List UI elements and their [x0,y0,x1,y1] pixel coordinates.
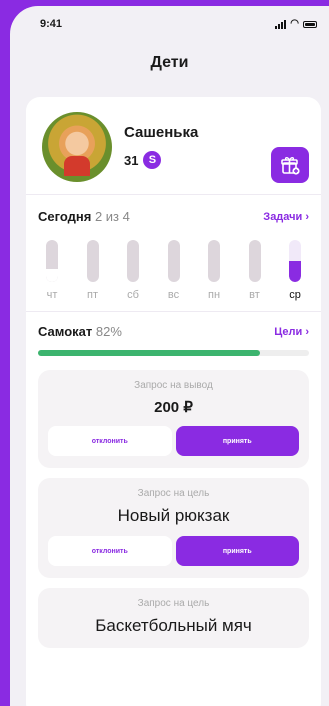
day-label: сб [127,289,139,301]
page-title: Дети [150,54,189,71]
coin-balance: 31 S [124,151,198,169]
day-bar [208,240,220,282]
request-value: Баскетбольный мяч [95,616,252,635]
requests-list: Запрос на вывод 200 ₽ отклонить принять Запр… [26,370,321,648]
request-value: 200 ₽ [154,399,193,416]
status-time: 9:41 [40,18,63,30]
request-card: Запрос на вывод 200 ₽ отклонить принять [38,370,309,468]
day-bar [46,240,58,282]
phone-screen: 9:41 ◠ Дети Сашенька 31 S Сегодня 2 из 4… [10,6,329,706]
day-bar [86,240,99,282]
goal-section: Самокат 82% Цели › [26,312,321,370]
day-label: пт [87,289,98,301]
day-6: ср [281,240,309,301]
today-tasks-section: Сегодня 2 из 4 Задачи › чт пт сб вс пн вт ср [26,195,321,312]
request-value: Новый рюкзак [117,506,230,525]
day-label: пн [207,289,221,301]
accept-button[interactable]: принять [175,426,299,456]
day-label: вт [249,289,260,301]
request-actions: отклонить принять [48,426,299,456]
status-icons: ◠ [275,19,317,29]
day-label: вс [167,289,180,301]
day-bar [127,240,139,282]
gift-button[interactable] [271,147,309,183]
status-bar: 9:41 ◠ [10,6,329,42]
request-label: Запрос на цель [137,598,210,609]
goal-title: Самокат 82% [38,324,122,339]
day-bar-fill [289,261,301,282]
day-label: чт [46,289,58,301]
day-2: сб [119,240,147,301]
today-title: Сегодня 2 из 4 [38,209,130,224]
day-label: ср [289,289,301,301]
day-5: вт [241,240,269,301]
coin-count: 31 [124,152,139,168]
day-bar [289,240,301,282]
child-profile: Сашенька 31 S [26,97,321,195]
today-count: 2 из 4 [94,209,130,224]
request-card: Запрос на цель Баскетбольный мяч [38,588,309,648]
request-label: Запрос на вывод [134,380,213,391]
signal-icon [275,19,287,29]
day-bar-fill [46,269,58,282]
coin-icon: S [143,151,162,169]
tasks-link[interactable]: Задачи › [263,211,309,223]
child-name: Сашенька [124,124,199,141]
decline-button[interactable]: отклонить [48,536,172,566]
day-4: пн [200,240,228,301]
request-actions: отклонить принять [48,536,299,566]
day-3: вс [160,240,188,301]
goal-percent: 82% [95,324,122,339]
request-card: Запрос на цель Новый рюкзак отклонить приня… [38,478,309,578]
goal-progress-bar [38,350,309,356]
battery-icon [303,20,317,28]
day-1: пт [79,240,107,301]
week-progress: чт пт сб вс пн вт ср [38,224,309,311]
day-bar [167,240,180,282]
avatar[interactable] [42,111,112,182]
gift-icon [281,157,300,175]
request-label: Запрос на цель [137,488,210,499]
goal-progress-fill [38,350,261,356]
day-bar [248,240,261,282]
child-card: Сашенька 31 S Сегодня 2 из 4 Задачи › чт… [26,97,321,706]
goals-link[interactable]: Цели › [274,326,309,338]
decline-button[interactable]: отклонить [48,426,172,456]
day-0: чт [38,240,66,301]
wifi-icon: ◠ [290,18,299,29]
accept-button[interactable]: принять [175,536,299,566]
